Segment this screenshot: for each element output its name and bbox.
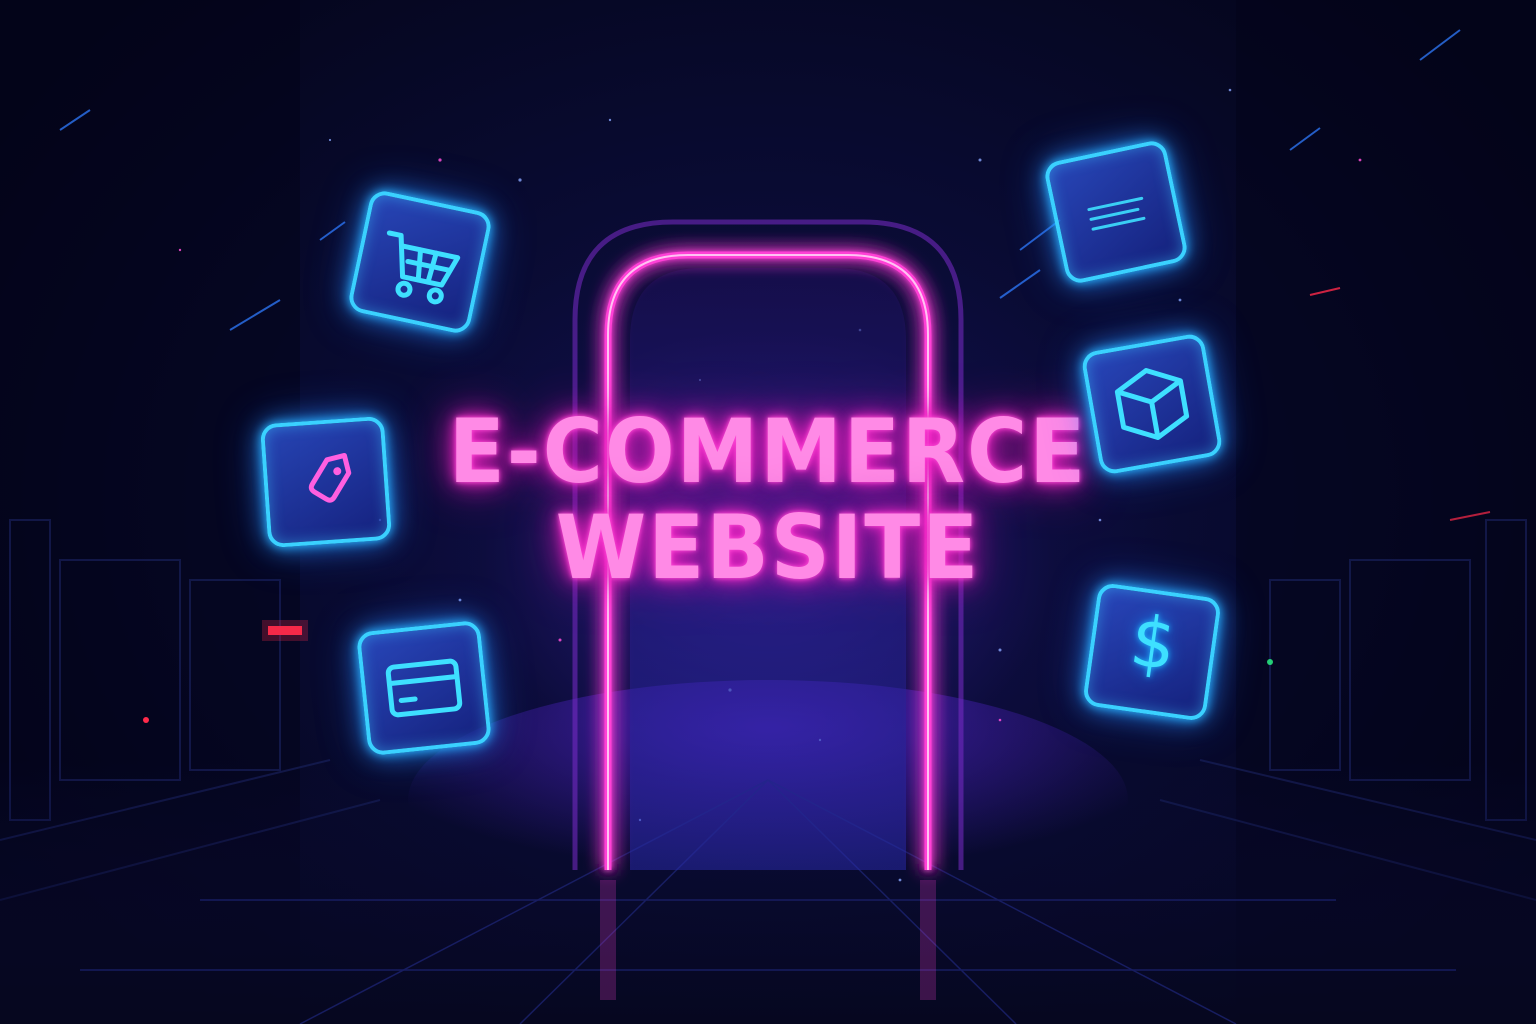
package-box-tile — [1080, 332, 1224, 476]
credit-card-tile — [355, 619, 493, 757]
shopping-cart-icon — [386, 230, 461, 305]
credit-card-icon — [385, 658, 463, 718]
shopping-cart-tile — [346, 188, 494, 336]
dollar-tile: $ — [1081, 581, 1223, 723]
package-box-icon — [1114, 368, 1190, 440]
title-line-website: WEBSITE — [555, 497, 981, 600]
price-tag-tile — [259, 415, 393, 549]
neon-scene: E-COMMERCE WEBSITE $ — [0, 0, 1536, 1024]
list-icon — [1087, 196, 1146, 231]
neon-title: E-COMMERCE WEBSITE — [368, 401, 1168, 593]
price-tag-icon — [308, 452, 352, 503]
title-line-ecommerce: E-COMMERCE — [448, 401, 1088, 504]
list-tile — [1042, 138, 1190, 286]
